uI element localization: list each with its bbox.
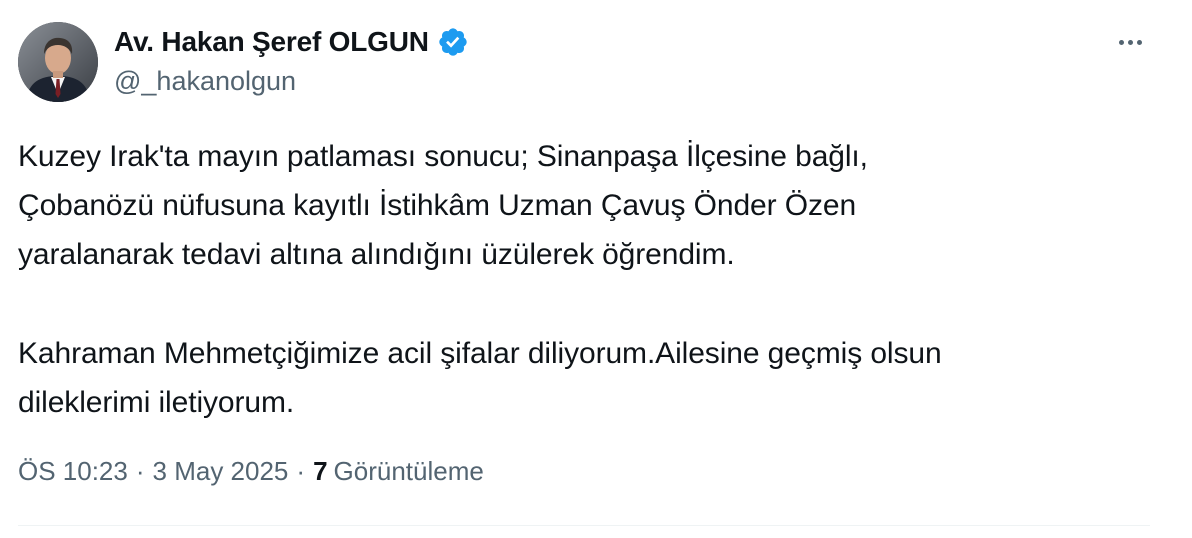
author-display-name[interactable]: Av. Hakan Şeref OLGUN [114,26,429,58]
meta-separator: · [296,456,306,486]
tweet-text: Kuzey Irak'ta mayın patlaması sonucu; Si… [18,132,1168,427]
author-handle[interactable]: @_hakanolgun [114,66,296,97]
tweet-text-line: yaralanarak tedavi altına alındığını üzü… [18,238,735,271]
more-horizontal-icon [1118,39,1124,45]
more-horizontal-icon [1136,39,1142,45]
divider [18,525,1150,526]
tweet-time-link[interactable]: ÖS 10:23 [18,456,128,487]
tweet-text-line: dileklerimi iletiyorum. [18,386,295,419]
tweet-card: Av. Hakan Şeref OLGUN @_hakanolgun Kuzey… [0,0,1192,538]
views-label: Görüntüleme [333,456,484,486]
paragraph-break [18,279,1168,329]
more-horizontal-icon [1127,39,1133,45]
author-avatar[interactable] [18,22,98,102]
meta-separator: · [135,456,145,486]
tweet-text-line: Çobanözü nüfusuna kayıtlı İstihkâm Uzman… [18,189,857,222]
views-count: 7 [313,456,328,486]
tweet-date-link[interactable]: 3 May 2025 [153,456,289,487]
tweet-text-line: Kahraman Mehmetçiğimize acil şifalar dil… [18,337,942,370]
tweet-metadata: ÖS 10:23 · 3 May 2025 · 7 Görüntüleme [18,456,484,487]
tweet-text-line: Kuzey Irak'ta mayın patlaması sonucu; Si… [18,140,868,173]
verified-badge-icon[interactable] [437,26,469,58]
more-options-button[interactable] [1112,28,1148,56]
author-name-row: Av. Hakan Şeref OLGUN [114,24,469,60]
profile-photo [18,22,98,102]
